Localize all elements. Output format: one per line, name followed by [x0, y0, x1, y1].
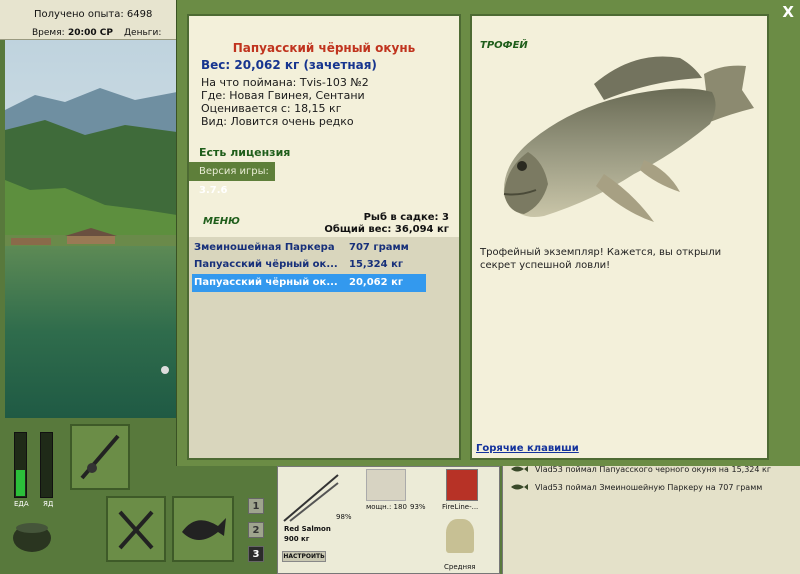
reel-percent: 93%	[410, 503, 426, 511]
tackle-fish-name: Red Salmon	[284, 525, 331, 533]
time-value: 20:00 СР	[68, 28, 113, 38]
fish-info-dialog: X Папуасский чёрный окунь Вес: 20,062 кг…	[176, 0, 800, 466]
trophy-panel: ТРОФЕЙ Трофейный экземпляр! Кажется, вы …	[470, 14, 769, 460]
fish-weight: Вес: 20,062 кг (зачетная)	[201, 58, 377, 72]
slot-3-button[interactable]: 3	[248, 546, 264, 562]
poison-meter-label: ЯД	[43, 500, 54, 508]
bait-image[interactable]	[446, 519, 474, 553]
tackle-panel: 98% Red Salmon 900 кг НАСТРОИТЬ мощн.: 1…	[277, 466, 500, 574]
hotkeys-link[interactable]: Горячие клавиши	[476, 443, 579, 454]
menu-button[interactable]: МЕНЮ	[203, 216, 240, 227]
float-bobber	[161, 366, 169, 374]
catch-row[interactable]: Змеиношейная Паркера 707 грамм	[192, 239, 426, 257]
reel-image[interactable]	[366, 469, 406, 501]
kind-text: Вид: Ловится очень редко	[201, 115, 354, 128]
caught-on-text: На что поймана: Tvis-103 №2	[201, 76, 369, 89]
rod-image	[282, 471, 340, 523]
slot-2-button[interactable]: 2	[248, 522, 264, 538]
reel-power: мощн.: 180	[366, 503, 407, 511]
experience-label: Получено опыта: 6498	[34, 9, 153, 20]
time-label: Время:	[32, 28, 65, 38]
news-feed: Vlad53 поймал Папуасского черного окуня …	[502, 458, 800, 574]
food-meter-label: ЕДА	[14, 500, 29, 508]
fish-title: Папуасский чёрный окунь	[232, 41, 416, 55]
poison-meter	[40, 432, 53, 498]
catch-weight: 707 грамм	[349, 242, 409, 253]
pot-icon[interactable]	[10, 516, 54, 556]
fish-details: Папуасский чёрный окунь Вес: 20,062 кг (…	[189, 16, 459, 201]
close-button[interactable]: X	[782, 3, 794, 21]
setup-button[interactable]: НАСТРОИТЬ	[282, 551, 326, 562]
bait-label: Средняя	[444, 563, 476, 571]
line-name: FireLine-...	[442, 503, 479, 511]
food-slot-button[interactable]	[106, 496, 166, 562]
keepnet-count: Рыб в садке: 3	[363, 212, 449, 223]
trophy-title: ТРОФЕЙ	[480, 40, 528, 51]
version-label: Версия игры:	[199, 166, 269, 177]
catch-row[interactable]: Папуасский чёрный ок... 15,324 кг	[192, 256, 426, 274]
game-version: Версия игры: 3.7.6	[189, 162, 275, 196]
news-text: Vlad53 поймал Змеиношейную Паркеру на 70…	[535, 482, 763, 492]
catch-name: Папуасский чёрный ок...	[194, 259, 338, 270]
fish-icon	[511, 484, 528, 490]
fish-image	[484, 44, 764, 237]
catch-name: Змеиношейная Паркера	[194, 242, 335, 253]
money-label: Деньги:	[124, 28, 162, 38]
food-meter	[14, 432, 27, 498]
slot-1-button[interactable]: 1	[248, 498, 264, 514]
tackle-fish-weight: 900 кг	[284, 535, 310, 543]
location-text: Где: Новая Гвинея, Сентани	[201, 89, 365, 102]
line-image[interactable]	[446, 469, 478, 501]
catch-name: Папуасский чёрный ок...	[194, 277, 338, 288]
catch-panel: Папуасский чёрный окунь Вес: 20,062 кг (…	[187, 14, 461, 460]
news-item: Vlad53 поймал Змеиношейную Паркеру на 70…	[509, 478, 762, 496]
trophy-text: Трофейный экземпляр! Кажется, вы открыли…	[480, 247, 722, 271]
rod-percent: 98%	[336, 513, 352, 521]
rod-slot-button[interactable]	[70, 424, 130, 490]
lake-scene[interactable]	[5, 40, 177, 418]
version-value: 3.7.6	[199, 185, 228, 196]
valued-text: Оценивается с: 18,15 кг	[201, 102, 342, 115]
catch-row[interactable]: Папуасский чёрный ок... 20,062 кг	[192, 274, 426, 292]
keepnet-summary: МЕНЮ Рыб в садке: 3 Общий вес: 36,094 кг	[189, 201, 459, 237]
keepnet-weight: Общий вес: 36,094 кг	[324, 224, 449, 235]
food-meter-fill	[16, 470, 25, 496]
license-status: Есть лицензия	[199, 146, 291, 159]
fish-slot-button[interactable]	[172, 496, 234, 562]
hud-top-bar: Получено опыта: 6498 Время: 20:00 СР Ден…	[0, 0, 185, 40]
catch-weight: 20,062 кг	[349, 277, 404, 288]
catch-weight: 15,324 кг	[349, 259, 404, 270]
